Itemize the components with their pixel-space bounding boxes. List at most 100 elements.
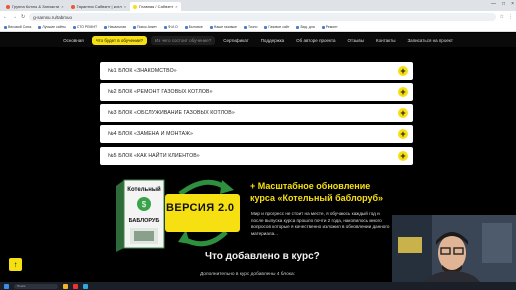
telegram-icon[interactable]	[83, 283, 88, 289]
bookmark-item[interactable]: Газовое сайт	[264, 25, 289, 29]
bookmark-label: Бытовое	[188, 25, 203, 29]
bookmark-label: Начальная	[108, 25, 126, 29]
bookmark-icon	[243, 25, 247, 29]
tab-label: Группа Котлы & Запчасти	[12, 4, 60, 9]
nav-reviews[interactable]: Отзывы	[344, 36, 368, 45]
taskbar: Поиск	[0, 282, 516, 290]
close-tab-icon[interactable]: ×	[175, 4, 177, 9]
bookmark-item[interactable]: Начальная	[104, 25, 126, 29]
browser-icon[interactable]	[73, 283, 78, 289]
accordion-item[interactable]: №5 БЛОК «КАК НАЙТИ КЛИЕНТОВ» +	[100, 147, 413, 165]
promo-title-line2: курса «Котельный баблоруб»	[250, 193, 384, 203]
product-box-image: Котельный $ БАБЛОРУБ	[116, 179, 165, 252]
bookmark-icon	[104, 25, 108, 29]
nav-contacts[interactable]: Контакты	[372, 36, 399, 45]
bookmark-item[interactable]: Точно	[243, 25, 258, 29]
bookmark-item[interactable]: Весовой Союз	[4, 25, 31, 29]
accordion-item[interactable]: №1 БЛОК «ЗНАКОМСТВО» +	[100, 62, 413, 80]
bookmark-icon	[209, 25, 213, 29]
bookmark-label: Лучшие сайты	[42, 25, 66, 29]
bookmark-icon	[264, 25, 268, 29]
tab-label: Гарантия Сабвэнт | котл	[76, 4, 122, 9]
screen: Группа Котлы & Запчасти × Гарантия Сабвэн…	[0, 0, 516, 290]
favicon-icon	[133, 4, 138, 9]
reload-icon[interactable]: ↻	[21, 14, 25, 20]
nav-signup[interactable]: Записаться на проект	[403, 36, 456, 45]
bookmark-icon	[321, 25, 325, 29]
bookmark-label: Вид. для	[300, 25, 315, 29]
window-controls: — □ ×	[491, 1, 514, 7]
windows-start-icon[interactable]	[4, 283, 9, 289]
close-window-icon[interactable]: ×	[511, 1, 514, 7]
plus-icon[interactable]: +	[398, 87, 408, 97]
svg-text:$: $	[142, 200, 147, 209]
nav-what-in-course[interactable]: Что будет в обучении?	[91, 35, 148, 45]
bookmark-label: Точно	[247, 25, 258, 29]
minimize-icon[interactable]: —	[491, 1, 496, 7]
bookmark-label: Поиск Анкет	[136, 25, 157, 29]
arrow-up-icon: ↑	[13, 260, 18, 269]
folder-icon[interactable]	[63, 283, 68, 289]
accordion-item[interactable]: №3 БЛОК «ОБСЛУЖИВАНИЕ ГАЗОВЫХ КОТЛОВ» +	[100, 104, 413, 122]
favicon-icon	[6, 4, 10, 9]
bookmark-label: Наше газовые	[213, 25, 237, 29]
bookmark-item[interactable]: Лучшие сайты	[38, 25, 66, 29]
bookmark-label: Ф.И.О	[167, 25, 178, 29]
version-label: ВЕРСИЯ 2.0	[166, 202, 235, 214]
browser-tab-active[interactable]: Главная / Сабвэнт ×	[130, 2, 181, 11]
bookmark-item[interactable]: Вид. для	[296, 25, 315, 29]
forward-icon[interactable]: →	[12, 14, 17, 20]
accordion-label: №2 БЛОК «РЕМОНТ ГАЗОВЫХ КОТЛОВ»	[108, 89, 213, 95]
plus-icon[interactable]: +	[398, 129, 408, 139]
nav-course-contents[interactable]: Из чего состоит обучение?	[151, 35, 216, 45]
bookmark-label: СТО РЕМНТ	[76, 25, 98, 29]
star-icon[interactable]: ☆	[500, 14, 504, 20]
bookmark-icon	[72, 25, 76, 29]
accordion-item[interactable]: №2 БЛОК «РЕМОНТ ГАЗОВЫХ КОТЛОВ» +	[100, 83, 413, 101]
accordion-label: №1 БЛОК «ЗНАКОМСТВО»	[108, 68, 177, 74]
bookmark-icon	[4, 25, 7, 29]
plus-icon[interactable]: +	[398, 151, 408, 161]
browser-tab[interactable]: Гарантия Сабвэнт | котл ×	[68, 2, 129, 11]
section-subtitle: Дополнительно в курс добавлены 4 блока:	[200, 272, 295, 277]
favicon-icon	[70, 4, 75, 9]
close-tab-icon[interactable]: ×	[124, 4, 126, 9]
url-field[interactable]: g-samsu.ru/tabmuo	[29, 13, 496, 21]
nav-author[interactable]: Об авторе проекта	[292, 36, 339, 45]
menu-icon[interactable]: ⋮	[508, 14, 513, 20]
nav-support[interactable]: Поддержка	[257, 36, 288, 45]
bookmark-item[interactable]: Поиск Анкет	[132, 25, 157, 29]
bookmark-icon	[132, 25, 136, 29]
webcam-person-image	[392, 215, 516, 290]
taskbar-search[interactable]: Поиск	[14, 283, 58, 289]
plus-icon[interactable]: +	[398, 108, 408, 118]
bookmark-label: Газовое сайт	[268, 25, 290, 29]
bookmark-icon	[296, 25, 300, 29]
promo-title-line1: + Масштабное обновление	[250, 181, 371, 191]
scroll-top-button[interactable]: ↑	[9, 258, 22, 271]
accordion-item[interactable]: №4 БЛОК «ЗАМЕНА И МОНТАЖ» +	[100, 125, 413, 143]
bookmark-item[interactable]: Ремонт	[321, 25, 338, 29]
accordion-label: №4 БЛОК «ЗАМЕНА И МОНТАЖ»	[108, 131, 194, 137]
tab-label: Главная / Сабвэнт	[139, 4, 174, 9]
browser-tabstrip: Группа Котлы & Запчасти × Гарантия Сабвэн…	[0, 0, 516, 11]
browser-tab[interactable]: Группа Котлы & Запчасти ×	[3, 2, 67, 11]
address-bar: ← → ↻ g-samsu.ru/tabmuo ☆ ⋮	[0, 11, 516, 23]
url-text: g-samsu.ru/tabmuo	[33, 14, 72, 20]
close-tab-icon[interactable]: ×	[61, 4, 63, 9]
bookmark-item[interactable]: Ф.И.О	[163, 25, 178, 29]
bookmark-label: Весовой Союз	[8, 25, 32, 29]
plus-icon[interactable]: +	[398, 66, 408, 76]
webcam-overlay	[392, 215, 516, 290]
accordion-label: №3 БЛОК «ОБСЛУЖИВАНИЕ ГАЗОВЫХ КОТЛОВ»	[108, 110, 235, 116]
nav-main[interactable]: Основная	[59, 36, 88, 45]
nav-certificate[interactable]: Сертификат	[219, 36, 252, 45]
bookmark-item[interactable]: Бытовое	[184, 25, 203, 29]
bookmark-item[interactable]: СТО РЕМНТ	[72, 25, 98, 29]
bookmark-item[interactable]: Наше газовые	[209, 25, 237, 29]
product-name-line2: БАБЛОРУБ	[129, 218, 160, 224]
maximize-icon[interactable]: □	[502, 1, 505, 7]
section-title: Что добавлено в курс?	[205, 251, 320, 262]
back-icon[interactable]: ←	[3, 14, 8, 20]
accordion-label: №5 БЛОК «КАК НАЙТИ КЛИЕНТОВ»	[108, 153, 200, 159]
